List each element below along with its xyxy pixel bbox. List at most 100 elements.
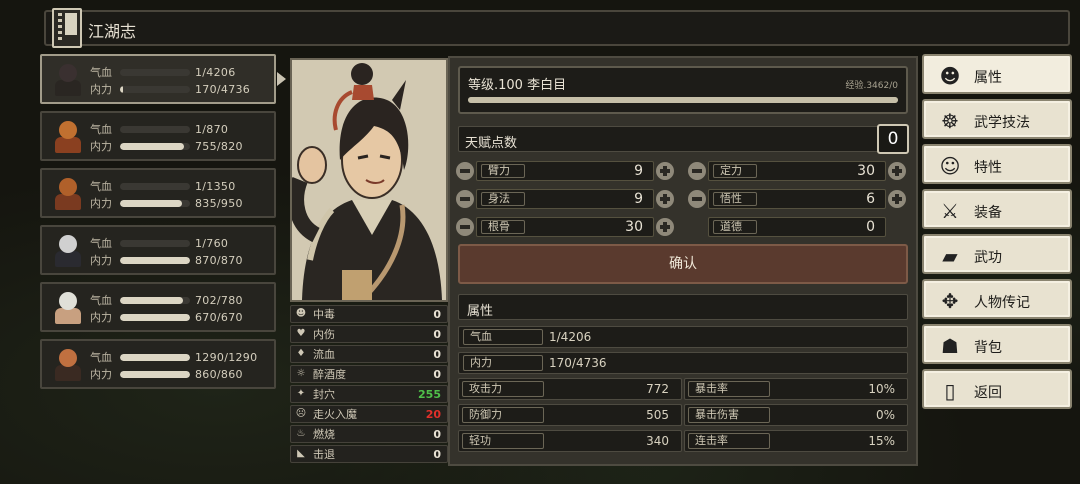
decrease-button[interactable] <box>456 218 474 236</box>
status-row: ✦ 封穴 255 <box>290 385 448 403</box>
hp-value: 1/760 <box>195 236 229 250</box>
hp-row: 气血 1/760 <box>90 235 228 251</box>
mp-bar-fill <box>120 370 190 378</box>
knockback-icon: ◣ <box>297 448 305 459</box>
equipment-icon: ⚔ <box>941 199 959 223</box>
stat-box: 悟性 6 <box>708 189 886 209</box>
party-member[interactable]: 气血 1/870 内力 755/820 <box>40 111 276 161</box>
mp-label: 内力 <box>90 140 112 153</box>
combat-stat-value: 772 <box>646 382 669 396</box>
status-label: 燃烧 <box>313 428 335 441</box>
status-value: 20 <box>425 407 441 421</box>
attributes-header: 属性 <box>458 294 908 320</box>
party-member[interactable]: 气血 702/780 内力 670/670 <box>40 282 276 332</box>
mp-value: 755/820 <box>195 139 243 153</box>
party-member[interactable]: 气血 1/760 内力 870/870 <box>40 225 276 275</box>
mp-value: 835/950 <box>195 196 243 210</box>
hp-value: 1/870 <box>195 122 229 136</box>
menu-item[interactable]: ▰ 武功 <box>922 234 1072 274</box>
hp-value: 702/780 <box>195 293 243 307</box>
menu-item[interactable]: ▯ 返回 <box>922 369 1072 409</box>
status-label: 走火入魔 <box>313 408 357 421</box>
hp-value: 1/1350 <box>195 179 236 193</box>
menu-item[interactable]: ☺ 特性 <box>922 144 1072 184</box>
menu-item[interactable]: ⚔ 装备 <box>922 189 1072 229</box>
seal-icon: ✦ <box>296 388 306 399</box>
bleed-icon: ♦ <box>296 348 306 359</box>
menu-item[interactable]: ☗ 背包 <box>922 324 1072 364</box>
mp-row: 内力 755/820 <box>90 138 243 154</box>
stat-row-定力: 定力 30 <box>688 160 906 182</box>
combat-stat: 攻击力 772 <box>458 378 682 400</box>
increase-button[interactable] <box>656 162 674 180</box>
status-value: 0 <box>433 447 441 461</box>
injury-icon: ♥ <box>296 328 306 339</box>
combat-stat: 连击率 15% <box>684 430 908 452</box>
increase-button[interactable] <box>656 190 674 208</box>
stat-row-道德: 道德 0 <box>688 216 906 238</box>
increase-button[interactable] <box>888 162 906 180</box>
decrease-button[interactable] <box>456 162 474 180</box>
decrease-button[interactable] <box>688 162 706 180</box>
stat-label: 道德 <box>713 220 757 234</box>
combat-stat-value: 340 <box>646 434 669 448</box>
menu-item-label: 属性 <box>974 70 1002 86</box>
stat-label: 身法 <box>481 192 525 206</box>
hp-bar <box>120 125 190 133</box>
decrease-button[interactable] <box>456 190 474 208</box>
avatar-body <box>55 137 81 153</box>
exp-bar <box>468 97 898 103</box>
mp-row: 内力 835/950 <box>90 195 243 211</box>
martial-skills-icon: ☸ <box>941 109 959 133</box>
burn-icon: ♨ <box>296 428 306 439</box>
return-icon: ▯ <box>944 379 956 403</box>
hp-bar <box>120 239 190 247</box>
menu-item-label: 背包 <box>974 340 1002 356</box>
traits-icon: ☺ <box>939 154 961 178</box>
drunk-icon: ☼ <box>296 368 306 379</box>
status-row: ♦ 流血 0 <box>290 345 448 363</box>
party-member[interactable]: 气血 1/1350 内力 835/950 <box>40 168 276 218</box>
side-menu: ☻ 属性 ☸ 武学技法 ☺ 特性 ⚔ 装备 ▰ 武功 ✥ 人物传记 ☗ 背包 ▯ 返回 <box>922 54 1072 414</box>
mp-bar-fill <box>120 142 185 150</box>
mp-label: 内力 <box>90 368 112 381</box>
increase-button[interactable] <box>888 190 906 208</box>
combat-stat-label: 防御力 <box>462 407 544 423</box>
confirm-button[interactable]: 确认 <box>458 244 908 284</box>
stat-box: 道德 0 <box>708 217 886 237</box>
menu-item[interactable]: ☸ 武学技法 <box>922 99 1072 139</box>
mp-bar-fill <box>120 256 190 264</box>
party-member[interactable]: 气血 1/4206 内力 170/4736 <box>40 54 286 104</box>
character-portrait <box>290 58 448 302</box>
avatar-body <box>55 251 81 267</box>
menu-item[interactable]: ☻ 属性 <box>922 54 1072 94</box>
status-row: ♥ 内伤 0 <box>290 325 448 343</box>
status-label: 封穴 <box>313 388 335 401</box>
combat-stat-label: 连击率 <box>688 433 770 449</box>
party-member[interactable]: 气血 1290/1290 内力 860/860 <box>40 339 276 389</box>
hp-row: 气血 1/1350 <box>90 178 236 194</box>
increase-button[interactable] <box>656 218 674 236</box>
stat-box: 臂力 9 <box>476 161 654 181</box>
decrease-button[interactable] <box>688 190 706 208</box>
combat-stat-label: 轻功 <box>462 433 544 449</box>
mp-row: 内力 870/870 <box>90 252 243 268</box>
status-value: 0 <box>433 347 441 361</box>
hp-label: 气血 <box>90 237 112 250</box>
avatar-body <box>55 308 81 324</box>
menu-item-label: 武学技法 <box>974 115 1030 131</box>
status-label: 中毒 <box>313 308 335 321</box>
menu-item-label: 装备 <box>974 205 1002 221</box>
journal-book-icon[interactable] <box>52 8 82 48</box>
menu-item[interactable]: ✥ 人物传记 <box>922 279 1072 319</box>
mp-value: 170/4736 <box>549 356 607 370</box>
hp-value: 1/4206 <box>195 65 236 79</box>
hp-label: 气血 <box>90 351 112 364</box>
mp-label: 内力 <box>90 83 112 96</box>
mp-value: 170/4736 <box>195 82 251 96</box>
hp-row: 气血 1/4206 <box>458 326 908 348</box>
combat-stat-label: 攻击力 <box>462 381 544 397</box>
mp-label: 内力 <box>463 355 543 371</box>
hp-label: 气血 <box>90 294 112 307</box>
top-bar: 江湖志 <box>44 8 1070 48</box>
